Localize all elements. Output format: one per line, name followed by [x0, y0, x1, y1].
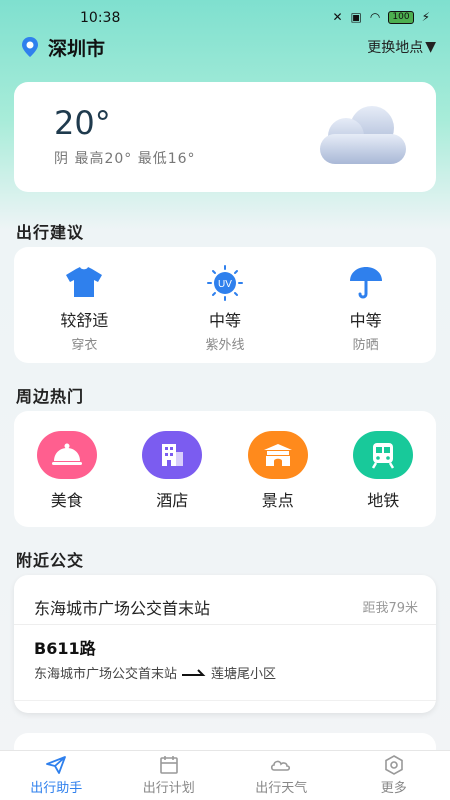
hot-label: 美食: [50, 491, 83, 510]
signal-icon: ▣: [350, 10, 362, 24]
city-name: 深圳市: [48, 37, 106, 60]
tab-label: 更多: [380, 781, 407, 796]
tab-label: 出行计划: [142, 781, 195, 796]
tab-more[interactable]: 更多: [338, 751, 450, 800]
section-title-advice: 出行建议: [16, 223, 85, 242]
scenic-icon: [247, 431, 308, 479]
hotel-icon: [142, 431, 203, 479]
hot-item-scenic[interactable]: 景点: [225, 411, 331, 527]
hot-item-subway[interactable]: 地铁: [331, 411, 437, 527]
uv-icon: UV: [207, 265, 243, 301]
advice-card: 较舒适 穿衣 UV 中等 紫外线 中等 防晒: [14, 247, 436, 363]
weather-description: 阴 最高20° 最低16°: [54, 151, 196, 167]
tab-label: 出行天气: [255, 781, 308, 796]
svg-text:UV: UV: [218, 279, 232, 290]
food-icon: [36, 431, 97, 479]
hot-card: 美食 酒店 景点 地铁: [14, 411, 436, 527]
send-icon: [46, 756, 67, 774]
advice-item-uv[interactable]: UV 中等 紫外线: [155, 247, 296, 363]
section-title-hot: 周边热门: [16, 387, 85, 406]
status-bar: 10:38 ✕ ▣ ◠ 100 ⚡: [0, 0, 450, 34]
tab-travel-plan[interactable]: 出行计划: [113, 751, 226, 800]
location-row: 深圳市 更换地点 ▼: [20, 34, 436, 60]
tab-label: 出行助手: [30, 781, 83, 796]
advice-label: 紫外线: [205, 338, 245, 353]
advice-value: 中等: [209, 311, 242, 330]
bus-route-direction: 东海城市广场公交首末站 莲塘尾小区: [34, 663, 276, 682]
bus-station-name: 东海城市广场公交首末站: [34, 599, 211, 618]
divider: [14, 624, 436, 625]
bus-card[interactable]: 东海城市广场公交首末站 距我79米 B611路 东海城市广场公交首末站 莲塘尾小…: [14, 575, 436, 713]
hot-item-hotel[interactable]: 酒店: [120, 411, 226, 527]
weather-card[interactable]: 20° 阴 最高20° 最低16°: [14, 82, 436, 192]
hot-label: 地铁: [367, 491, 400, 510]
charging-icon: ⚡: [421, 10, 430, 24]
hot-label: 酒店: [156, 491, 189, 510]
change-location-button[interactable]: 更换地点 ▼: [367, 37, 436, 57]
battery-icon: 100: [388, 10, 414, 24]
caret-down-icon: ▼: [425, 39, 436, 55]
advice-item-sunscreen[interactable]: 中等 防晒: [295, 247, 436, 363]
bus-distance: 距我79米: [362, 601, 418, 616]
location-pin-icon: [22, 37, 38, 57]
advice-item-clothing[interactable]: 较舒适 穿衣: [14, 247, 155, 363]
current-temperature: 20°: [54, 104, 111, 142]
umbrella-icon: [349, 267, 382, 299]
hot-item-food[interactable]: 美食: [14, 411, 120, 527]
section-title-bus: 附近公交: [16, 551, 85, 570]
shirt-icon: [66, 267, 103, 297]
weather-icon: [271, 760, 291, 771]
cloud-icon: [320, 106, 406, 164]
wifi-icon: ◠: [369, 10, 381, 24]
advice-value: 中等: [349, 311, 382, 330]
status-icons: ✕ ▣ ◠ 100 ⚡: [332, 10, 430, 24]
calendar-icon: [159, 756, 178, 774]
divider: [14, 700, 436, 701]
advice-label: 穿衣: [71, 338, 98, 353]
bus-route-to: 莲塘尾小区: [211, 667, 277, 682]
bus-route-from: 东海城市广场公交首末站: [34, 667, 178, 682]
hot-label: 景点: [261, 491, 294, 510]
arrow-right-icon: [182, 668, 206, 676]
advice-value: 较舒适: [60, 311, 109, 330]
mute-icon: ✕: [332, 10, 343, 24]
advice-label: 防晒: [352, 338, 379, 353]
bus-route-name: B611路: [34, 639, 96, 658]
bottom-tab-bar: 出行助手 出行计划 出行天气 更多: [0, 750, 450, 800]
more-icon: [384, 755, 403, 775]
tab-travel-assistant[interactable]: 出行助手: [0, 751, 113, 800]
status-time: 10:38: [80, 10, 121, 26]
subway-icon: [353, 431, 414, 479]
change-location-label: 更换地点: [367, 40, 424, 56]
tab-travel-weather[interactable]: 出行天气: [225, 751, 338, 800]
